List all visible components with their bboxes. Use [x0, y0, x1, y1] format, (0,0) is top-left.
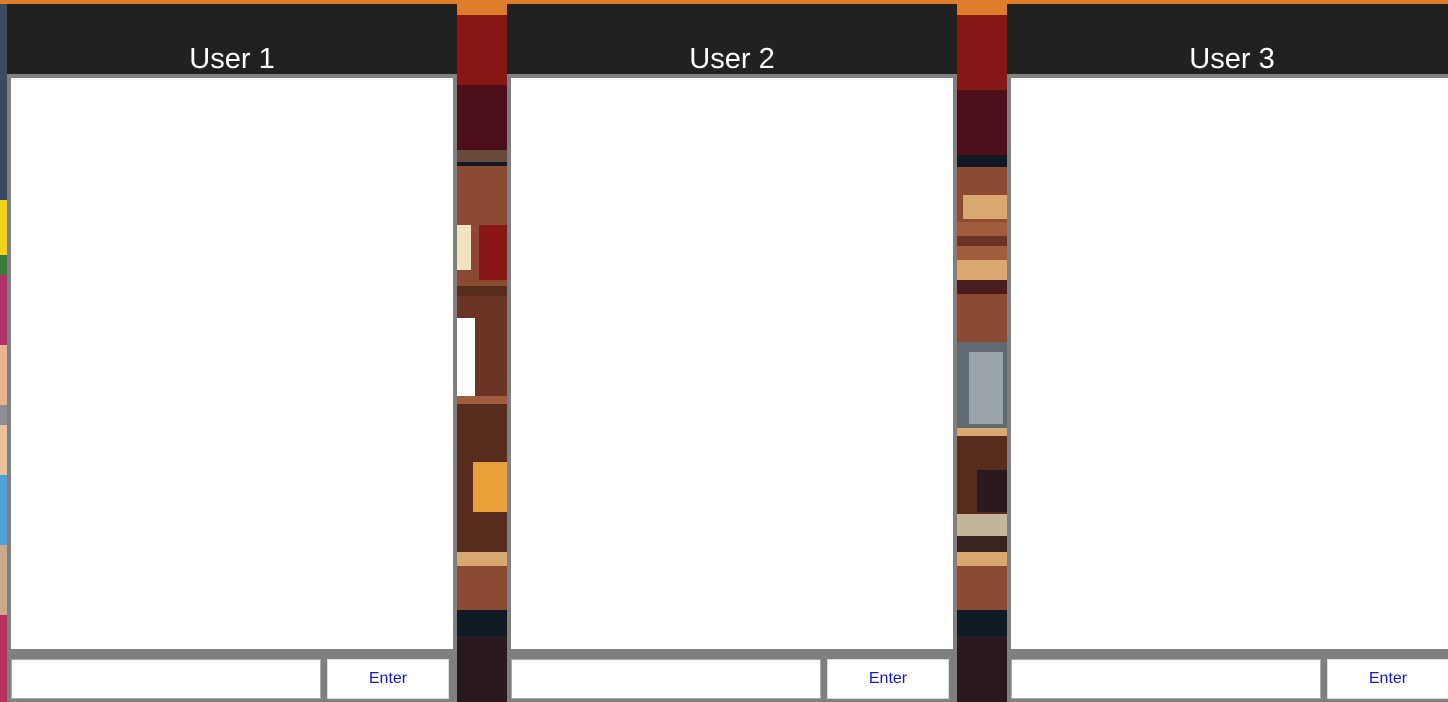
- chat-log[interactable]: [511, 78, 953, 649]
- panel-header: User 2: [507, 4, 957, 74]
- chat-log[interactable]: [11, 78, 453, 649]
- background-strip-middle-1: [457, 0, 507, 702]
- input-row: Enter: [11, 659, 453, 699]
- message-input[interactable]: [1011, 659, 1321, 699]
- background-strip-middle-2: [957, 0, 1007, 702]
- panel-header: User 3: [1007, 4, 1448, 74]
- panel-title: User 1: [189, 43, 275, 75]
- chat-log[interactable]: [1011, 78, 1448, 649]
- enter-button[interactable]: Enter: [327, 659, 449, 699]
- chat-panel-user-1: User 1 Enter: [7, 4, 457, 702]
- enter-button[interactable]: Enter: [1327, 659, 1448, 699]
- enter-button[interactable]: Enter: [827, 659, 949, 699]
- input-row: Enter: [511, 659, 953, 699]
- chat-panel-user-2: User 2 Enter: [507, 4, 957, 702]
- panel-header: User 1: [7, 4, 457, 74]
- panel-title: User 2: [689, 43, 775, 75]
- message-input[interactable]: [511, 659, 821, 699]
- panel-title: User 3: [1189, 43, 1275, 75]
- message-input[interactable]: [11, 659, 321, 699]
- input-row: Enter: [1011, 659, 1448, 699]
- chat-panel-user-3: User 3 Enter: [1007, 4, 1448, 702]
